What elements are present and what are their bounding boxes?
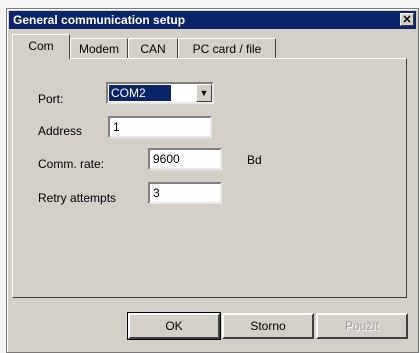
storno-button[interactable]: Storno	[222, 313, 314, 339]
retry-attempts-field[interactable]: 3	[148, 182, 222, 204]
ok-button[interactable]: OK	[127, 312, 221, 340]
tab-pc-card-file[interactable]: PC card / file	[178, 38, 276, 58]
close-icon[interactable]: ✕	[400, 13, 414, 26]
address-label: Address	[38, 124, 83, 138]
window-title: General communication setup	[13, 13, 186, 27]
comm-rate-field[interactable]: 9600	[148, 148, 222, 170]
tab-modem[interactable]: Modem	[70, 38, 128, 58]
title-bar: General communication setup ✕	[9, 11, 416, 29]
comm-rate-unit: Bd	[247, 153, 262, 167]
tab-can[interactable]: CAN	[128, 38, 178, 58]
address-field[interactable]: 1	[108, 116, 212, 138]
comm-rate-label: Comm. rate:	[38, 157, 105, 171]
pouzit-button[interactable]: Použít	[316, 313, 408, 339]
port-selected-value: COM2	[109, 85, 171, 101]
tab-com[interactable]: Com	[12, 34, 70, 59]
port-label: Port:	[38, 92, 64, 106]
retry-attempts-label: Retry attempts	[38, 191, 117, 205]
chevron-down-icon[interactable]: ▼	[196, 84, 212, 102]
port-select[interactable]: COM2 ▼	[106, 82, 214, 104]
